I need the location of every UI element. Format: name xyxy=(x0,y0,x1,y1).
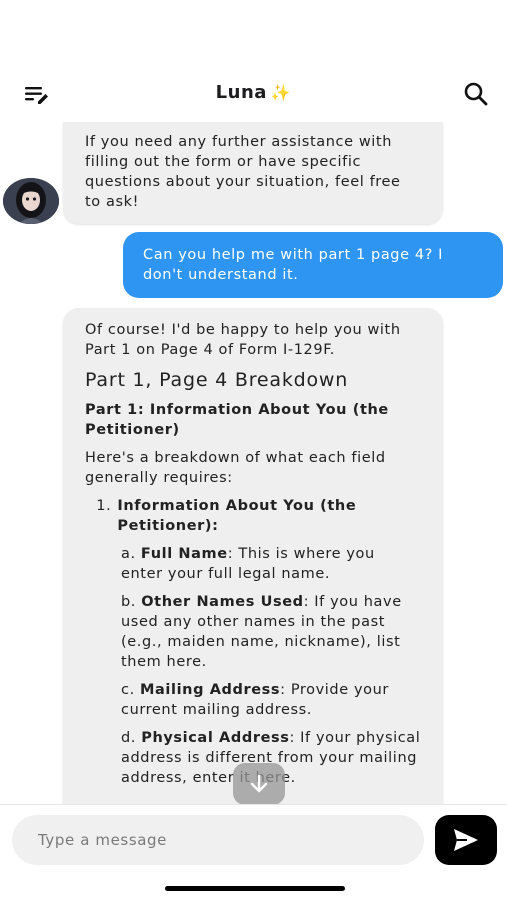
chat-thread[interactable]: If you need any further assistance with … xyxy=(0,122,507,804)
search-button[interactable] xyxy=(462,80,490,108)
sub-item-other-names: b. Other Names Used: If you have used an… xyxy=(85,592,421,672)
sub-item-mailing-address: c. Mailing Address: Provide your current… xyxy=(85,680,421,720)
page-title: Luna ✨ xyxy=(0,82,507,103)
scroll-to-bottom-button[interactable] xyxy=(233,763,285,805)
app-header: Luna ✨ xyxy=(0,0,507,122)
sub-item-label: Other Names Used xyxy=(141,594,304,610)
luna-avatar-icon xyxy=(3,178,59,224)
ai-subheading: Part 1: Information About You (the Petit… xyxy=(85,402,389,438)
ai-message-bubble: If you need any further assistance with … xyxy=(63,122,443,224)
sub-item-prefix: c. xyxy=(121,682,135,698)
list-item: 1. Information About You (the Petitioner… xyxy=(85,496,421,536)
list-item-title: Information About You (the Petitioner): xyxy=(117,498,357,534)
user-message-bubble: Can you help me with part 1 page 4? I do… xyxy=(123,232,503,298)
ai-message-bubble-2: Of course! I'd be happy to help you with… xyxy=(63,308,443,804)
message-input[interactable] xyxy=(12,815,424,865)
ai-intro-text: Of course! I'd be happy to help you with… xyxy=(85,322,401,358)
sub-item-label: Physical Address xyxy=(141,730,290,746)
title-text: Luna xyxy=(215,82,267,103)
sparkle-emoji: ✨ xyxy=(270,83,292,102)
home-indicator xyxy=(165,886,345,891)
sub-item-prefix: a. xyxy=(121,546,136,562)
sub-item-prefix: d. xyxy=(121,730,137,746)
avatar xyxy=(3,178,59,224)
sub-item-prefix: b. xyxy=(121,594,137,610)
ai-message-text: If you need any further assistance with … xyxy=(85,134,401,210)
sub-item-full-name: a. Full Name: This is where you enter yo… xyxy=(85,544,421,584)
list-number: 1. xyxy=(96,498,112,514)
send-icon xyxy=(454,829,478,851)
user-message-text: Can you help me with part 1 page 4? I do… xyxy=(143,247,444,283)
ai-lead-text: Here's a breakdown of what each field ge… xyxy=(85,450,386,486)
arrow-down-icon xyxy=(250,774,268,793)
send-button[interactable] xyxy=(435,815,497,865)
ai-heading: Part 1, Page 4 Breakdown xyxy=(85,369,349,391)
search-icon xyxy=(464,82,488,106)
sub-item-label: Full Name xyxy=(140,546,228,562)
sub-item-label: Mailing Address xyxy=(140,682,281,698)
